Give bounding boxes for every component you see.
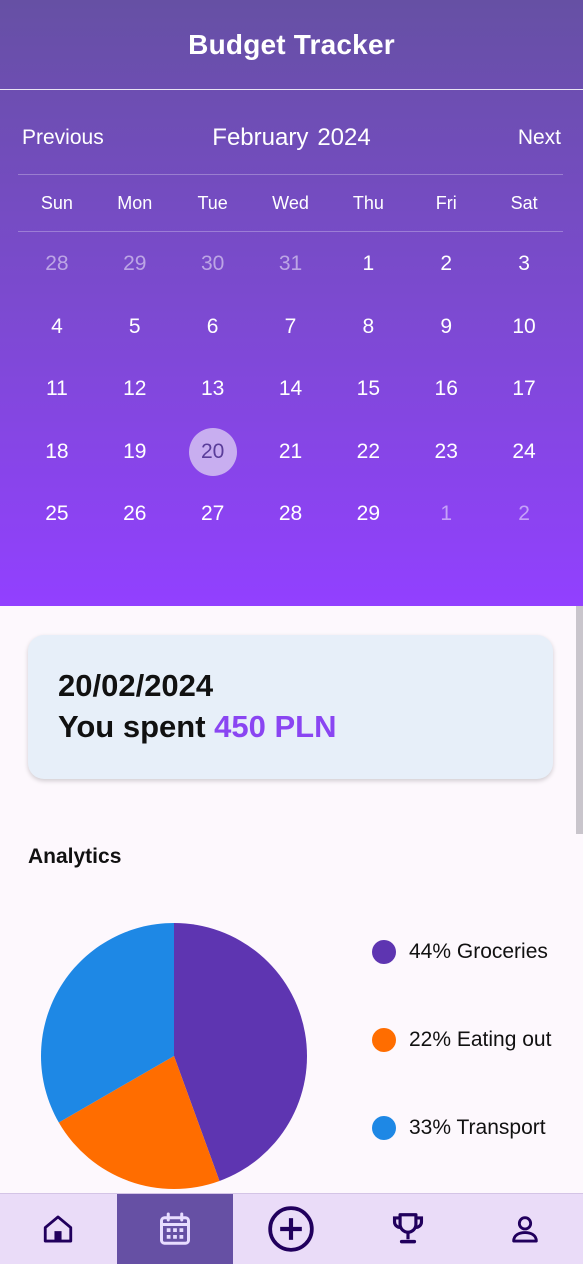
- calendar-day[interactable]: 23: [407, 421, 485, 484]
- calendar-day[interactable]: 14: [252, 358, 330, 421]
- month-year-label: February 2024: [0, 112, 583, 164]
- calendar-day-grid: 28 29 30 31 1 2 3 4 5 6 7 8 9 10 11 12 13 14 15 16 17 18 19 20 2…: [18, 233, 563, 546]
- title-divider: [0, 89, 583, 90]
- spent-prefix: You spent: [58, 709, 206, 744]
- weekday-label: Wed: [272, 192, 309, 213]
- calendar-day[interactable]: 11: [18, 358, 96, 421]
- calendar-navigation: Previous February 2024 Next: [0, 112, 583, 164]
- month-label: February: [212, 124, 309, 151]
- calendar-day[interactable]: 29: [96, 233, 174, 296]
- calendar-day[interactable]: 24: [485, 421, 563, 484]
- weekday-bottom-divider: [18, 231, 563, 232]
- calendar-day[interactable]: 26: [96, 483, 174, 546]
- weekday-label: Fri: [435, 192, 457, 213]
- next-month-button[interactable]: Next: [518, 112, 561, 164]
- nav-calendar-button[interactable]: [116, 1194, 234, 1264]
- weekday-label: Tue: [197, 192, 228, 213]
- calendar-day[interactable]: 28: [252, 483, 330, 546]
- calendar-day[interactable]: 31: [252, 233, 330, 296]
- calendar-day[interactable]: 27: [174, 483, 252, 546]
- spending-pie-chart: [41, 923, 308, 1189]
- legend-dot: [372, 940, 396, 964]
- calendar-day[interactable]: 2: [407, 233, 485, 296]
- calendar-day[interactable]: 28: [18, 233, 96, 296]
- calendar-day[interactable]: 25: [18, 483, 96, 546]
- page-scrollbar[interactable]: [576, 606, 583, 834]
- legend-label: 33% Transport: [409, 1116, 546, 1139]
- legend-dot: [372, 1028, 396, 1052]
- calendar-day[interactable]: 7: [252, 296, 330, 359]
- daily-summary-card: 20/02/2024 You spent 450 PLN: [28, 635, 553, 779]
- summary-spent-line: You spent 450 PLN: [58, 709, 337, 745]
- legend-item-eating-out: 22% Eating out: [372, 1025, 551, 1055]
- calendar-day[interactable]: 18: [18, 421, 96, 484]
- calendar-day[interactable]: 5: [96, 296, 174, 359]
- app-title: Budget Tracker: [188, 28, 395, 60]
- person-icon: [511, 1216, 538, 1243]
- home-icon: [44, 1215, 73, 1243]
- weekday-label: Thu: [352, 192, 384, 213]
- calendar-day[interactable]: 17: [485, 358, 563, 421]
- calendar-day[interactable]: 1: [407, 483, 485, 546]
- legend-label: 44% Groceries: [409, 940, 548, 963]
- calendar-day[interactable]: 4: [18, 296, 96, 359]
- calendar-day[interactable]: 8: [329, 296, 407, 359]
- nav-profile-button[interactable]: [466, 1194, 583, 1264]
- bottom-navigation: [0, 1193, 583, 1264]
- calendar-day[interactable]: 6: [174, 296, 252, 359]
- calendar-day[interactable]: 10: [485, 296, 563, 359]
- calendar-day[interactable]: 3: [485, 233, 563, 296]
- analytics-title: Analytics: [28, 845, 122, 868]
- calendar-header: Budget Tracker Previous February 2024 Nex…: [0, 0, 583, 606]
- calendar-day[interactable]: 30: [174, 233, 252, 296]
- calendar-day[interactable]: 12: [96, 358, 174, 421]
- calendar-day-selected[interactable]: 20: [174, 421, 252, 484]
- year-label: 2024: [317, 124, 371, 151]
- add-circle-icon: [268, 1206, 315, 1252]
- weekday-label: Sat: [510, 192, 538, 213]
- weekday-label: Mon: [117, 192, 153, 213]
- summary-date: 20/02/2024: [58, 668, 214, 703]
- weekday-label: Sun: [40, 192, 73, 213]
- nav-achievements-button[interactable]: [350, 1194, 467, 1264]
- calendar-day[interactable]: 9: [407, 296, 485, 359]
- calendar-icon: [159, 1212, 190, 1245]
- legend-item-groceries: 44% Groceries: [372, 937, 548, 967]
- calendar-day[interactable]: 29: [329, 483, 407, 546]
- legend-label: 22% Eating out: [409, 1028, 552, 1051]
- calendar-day[interactable]: 13: [174, 358, 252, 421]
- nav-add-button[interactable]: [233, 1194, 350, 1264]
- trophy-icon: [393, 1213, 424, 1244]
- spent-amount: 450 PLN: [214, 709, 337, 744]
- calendar-day[interactable]: 15: [329, 358, 407, 421]
- legend-dot: [372, 1116, 396, 1140]
- legend-item-transport: 33% Transport: [372, 1113, 546, 1143]
- weekday-top-divider: [18, 174, 563, 175]
- calendar-day[interactable]: 22: [329, 421, 407, 484]
- calendar-day[interactable]: 16: [407, 358, 485, 421]
- nav-home-button[interactable]: [0, 1194, 117, 1264]
- calendar-day[interactable]: 19: [96, 421, 174, 484]
- calendar-day[interactable]: 1: [329, 233, 407, 296]
- calendar-day[interactable]: 21: [252, 421, 330, 484]
- selected-day-label: 20: [188, 427, 237, 476]
- weekday-row: Sun Mon Tue Wed Thu Fri Sat: [18, 176, 563, 230]
- calendar-day[interactable]: 2: [485, 483, 563, 546]
